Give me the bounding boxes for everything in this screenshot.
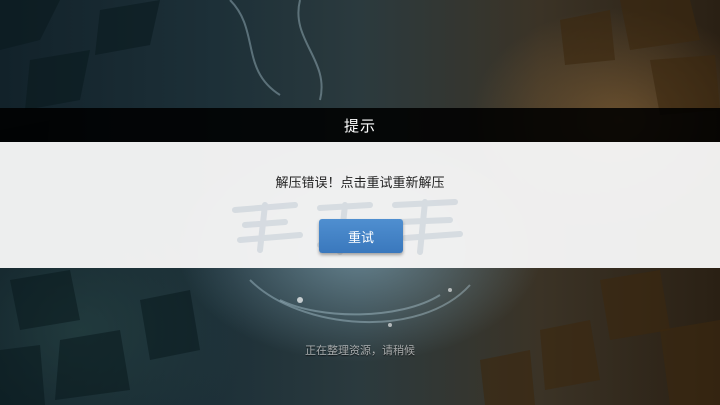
game-loading-screen: 提示 解压错误！点击重试重新解压 重试 正在整理资源，请稍候 xyxy=(0,0,720,405)
retry-button[interactable]: 重试 xyxy=(319,219,403,253)
error-message: 解压错误！点击重试重新解压 xyxy=(275,176,445,191)
dialog-header: 提示 xyxy=(0,108,720,142)
dialog-body: 解压错误！点击重试重新解压 重试 xyxy=(0,142,720,268)
dialog-title: 提示 xyxy=(343,116,376,135)
loading-status-text: 正在整理资源，请稍候 xyxy=(305,344,415,357)
